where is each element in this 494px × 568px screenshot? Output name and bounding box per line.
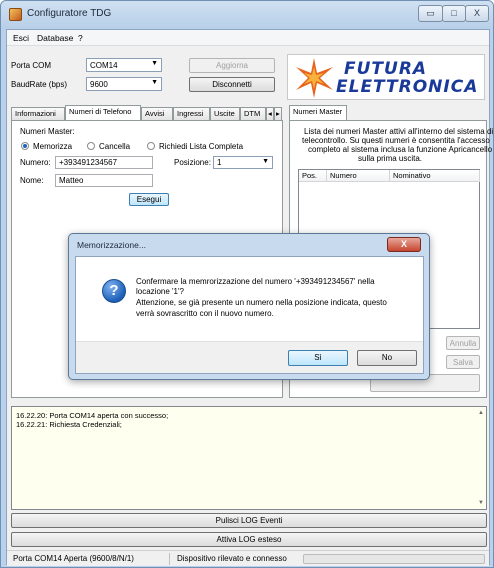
device-status-text: Dispositivo rilevato e connesso — [177, 554, 287, 563]
right-tabstrip: Numeri Master — [289, 105, 485, 120]
tab-uscite[interactable]: Uscite — [210, 107, 240, 120]
status-progress-bar — [303, 554, 485, 564]
dialog-title: Memorizzazione... — [77, 240, 146, 250]
logo-line2: ELETTRONICA — [336, 77, 479, 97]
question-icon: ? — [102, 279, 126, 303]
menu-esci[interactable]: Esci — [13, 33, 29, 43]
tab-numeri-telefono[interactable]: Numeri di Telefono — [65, 105, 141, 120]
dropdown-arrow-icon: ▼ — [262, 158, 269, 165]
extended-log-button[interactable]: Attiva LOG esteso — [11, 532, 487, 547]
status-bar: Porta COM14 Aperta (9600/8/N/1) Disposit… — [7, 550, 489, 566]
position-value: 1 — [217, 158, 222, 167]
yes-button[interactable]: Sì — [288, 350, 348, 366]
tab-numeri-master[interactable]: Numeri Master — [289, 105, 347, 120]
port-status-text: Porta COM14 Aperta (9600/8/N/1) — [13, 554, 134, 563]
dialog-body: ? Confermare la memrorizzazione del nume… — [75, 256, 424, 374]
log-line: 16.22.21: Richiesta Credenziali; — [16, 420, 122, 429]
save-button[interactable]: Salva — [446, 355, 480, 369]
name-label: Nome: — [20, 176, 44, 185]
confirm-dialog: Memorizzazione... X ? Confermare la memr… — [68, 233, 430, 380]
position-combo[interactable]: 1 ▼ — [213, 156, 273, 169]
event-log[interactable]: 16.22.20: Porta COM14 aperta con success… — [11, 406, 487, 510]
dialog-footer: Sì No — [76, 341, 423, 373]
status-separator — [169, 553, 170, 565]
position-label: Posizione: — [174, 158, 211, 167]
dialog-message-line3: Attenzione, se già presente un numero ne… — [136, 298, 387, 307]
tab-scroll-right-icon[interactable]: ▸ — [274, 107, 282, 120]
maximize-button[interactable]: □ — [442, 5, 466, 22]
scroll-up-icon[interactable]: ▲ — [478, 410, 484, 416]
master-section-label: Numeri Master: — [20, 127, 75, 136]
baud-value: 9600 — [90, 80, 108, 89]
radio-store-label: Memorizza — [33, 142, 73, 151]
radio-request-list[interactable] — [147, 142, 155, 150]
scroll-down-icon[interactable]: ▼ — [478, 500, 484, 506]
port-label: Porta COM — [11, 61, 52, 70]
app-icon — [9, 8, 22, 21]
baud-combo[interactable]: 9600 ▼ — [86, 77, 162, 91]
title-bar[interactable]: Configuratore TDG ▭ □ X — [1, 1, 493, 29]
tab-ingressi[interactable]: Ingressi — [173, 107, 210, 120]
name-input[interactable]: Matteo — [55, 174, 153, 187]
radio-store[interactable] — [21, 142, 29, 150]
disconnect-button[interactable]: Disconnetti — [189, 77, 275, 92]
close-button[interactable]: X — [465, 5, 489, 22]
dialog-message-line4: verrà sovrascritto con il nuovo numero. — [136, 309, 274, 318]
column-header-nominativo[interactable]: Nominativo — [390, 170, 480, 182]
tab-informazioni[interactable]: Informazioni — [11, 107, 65, 120]
master-description-line1: Lista dei numeri Master attivi all'inter… — [304, 127, 494, 136]
tab-scroll-left-icon[interactable]: ◂ — [266, 107, 274, 120]
clear-log-button[interactable]: Pulisci LOG Eventi — [11, 513, 487, 528]
column-header-numero[interactable]: Numero — [327, 170, 390, 182]
cancel-button[interactable]: Annulla — [446, 336, 480, 350]
main-window: Configuratore TDG ▭ □ X Esci Database ? … — [0, 0, 494, 568]
dialog-message-line2: locazione '1'? — [136, 287, 184, 296]
execute-button[interactable]: Esegui — [129, 193, 169, 206]
number-input[interactable]: +393491234567 — [55, 156, 153, 169]
dialog-close-button[interactable]: X — [387, 237, 421, 252]
company-logo: FUTURA ELETTRONICA — [287, 54, 485, 100]
log-line: 16.22.20: Porta COM14 aperta con success… — [16, 411, 169, 420]
dialog-message-line1: Confermare la memrorizzazione del numero… — [136, 277, 375, 286]
radio-delete[interactable] — [87, 142, 95, 150]
menu-bar: Esci Database ? — [7, 30, 489, 46]
menu-database[interactable]: Database — [37, 33, 73, 43]
port-combo[interactable]: COM14 ▼ — [86, 58, 162, 72]
master-description-line4: sulla prima uscita. — [358, 154, 423, 163]
left-tabstrip: Informazioni Numeri di Telefono Avvisi I… — [11, 105, 282, 120]
no-button[interactable]: No — [357, 350, 417, 366]
master-description-line2: telecontrollo. Su questi numeri è consen… — [302, 136, 490, 145]
number-label: Numero: — [20, 158, 51, 167]
baud-label: BaudRate (bps) — [11, 80, 68, 89]
update-button[interactable]: Aggiorna — [189, 58, 275, 73]
radio-delete-label: Cancella — [99, 142, 131, 151]
tab-avvisi[interactable]: Avvisi — [141, 107, 173, 120]
port-value: COM14 — [90, 61, 118, 70]
star-icon — [296, 58, 333, 98]
master-description-line3: completo al sistema inclusa la funzione … — [308, 145, 493, 154]
minimize-button[interactable]: ▭ — [418, 5, 443, 22]
radio-request-label: Richiedi Lista Completa — [159, 142, 244, 151]
menu-help[interactable]: ? — [78, 33, 83, 43]
column-header-pos[interactable]: Pos. — [299, 170, 327, 182]
tab-dtm[interactable]: DTM — [240, 107, 266, 120]
dropdown-arrow-icon: ▼ — [151, 79, 158, 86]
logo-line1: FUTURA — [344, 59, 428, 79]
window-title: Configuratore TDG — [27, 8, 112, 19]
dropdown-arrow-icon: ▼ — [151, 60, 158, 67]
